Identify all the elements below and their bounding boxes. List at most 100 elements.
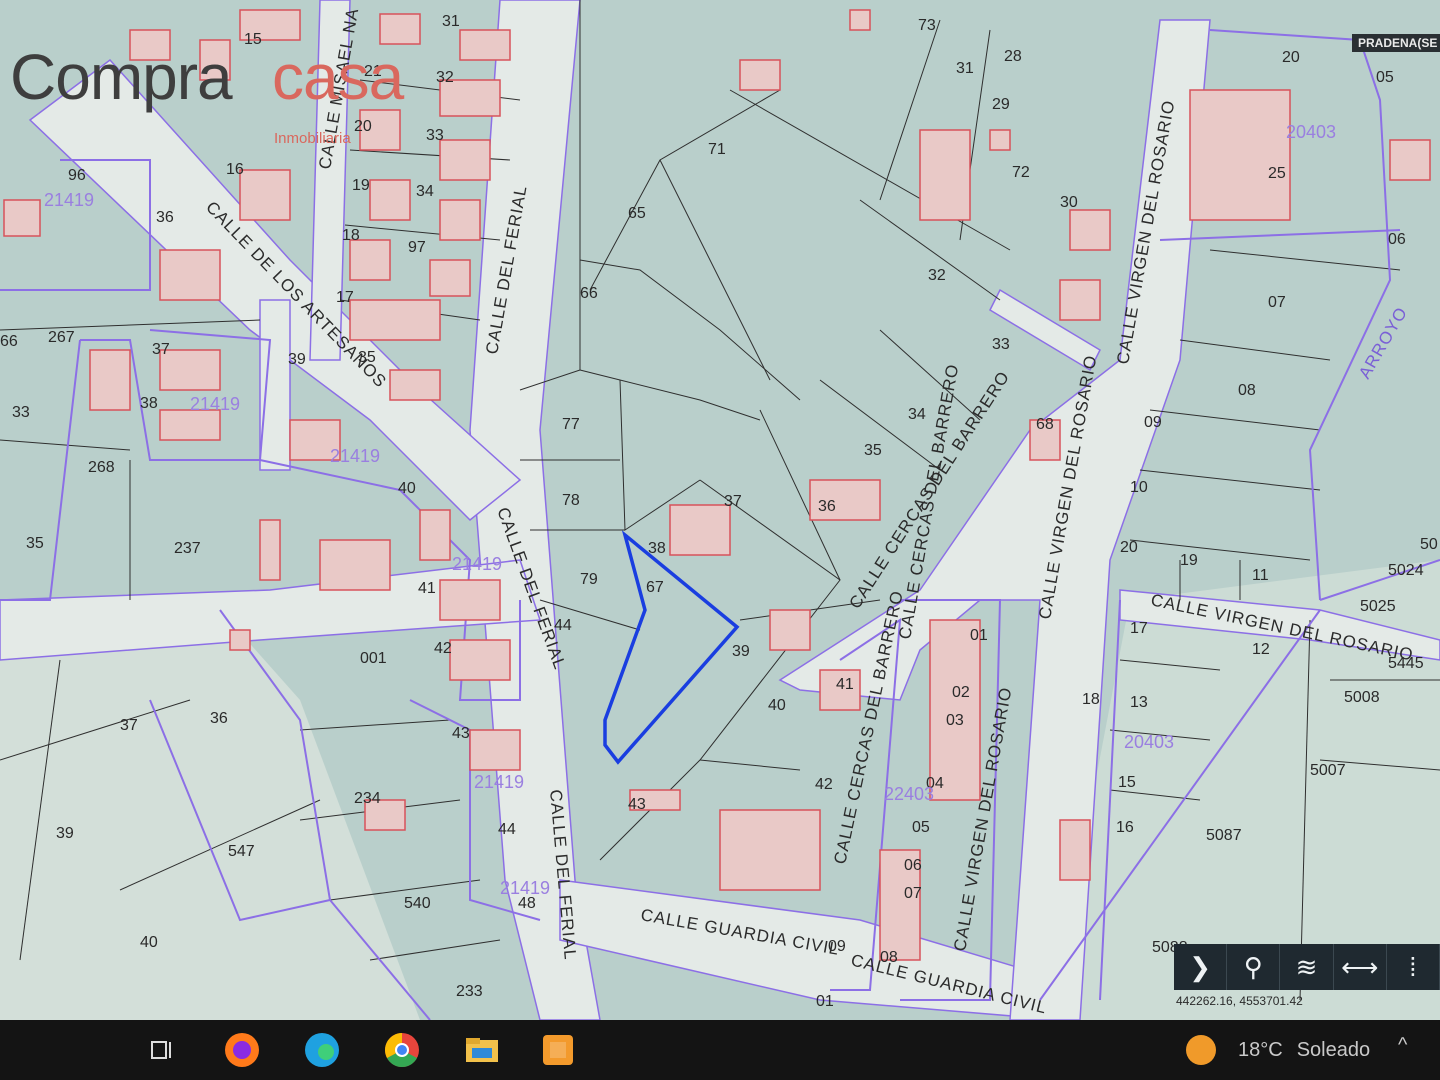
parcel-number: 36 — [210, 710, 228, 727]
parcel-number: 06 — [1388, 231, 1406, 248]
parcel-number: 36 — [818, 498, 836, 515]
parcel-number: 16 — [1116, 819, 1134, 836]
parcel-number: 35 — [26, 535, 44, 552]
parcel-number: 07 — [904, 885, 922, 902]
parcel-number: 17 — [336, 289, 354, 306]
weather-widget[interactable]: 18°C Soleado — [1186, 1032, 1370, 1068]
parcel-number: 5087 — [1206, 827, 1242, 844]
parcel-number: 11 — [1252, 567, 1269, 584]
parcel-number: 78 — [562, 492, 580, 509]
weather-condition: Soleado — [1296, 1038, 1371, 1061]
chrome-icon[interactable] — [380, 1028, 424, 1072]
file-explorer-icon[interactable] — [460, 1028, 504, 1072]
parcel-number: 67 — [646, 579, 664, 596]
parcel-number: 234 — [354, 790, 381, 807]
more-icon[interactable]: ⁞ — [1387, 944, 1440, 990]
parcel-number: 08 — [1238, 382, 1256, 399]
logo-subtitle: Inmobiliaria — [274, 130, 351, 147]
parcel-number: 42 — [815, 776, 833, 793]
parcel-number: 01 — [816, 993, 834, 1010]
parcel-number: 18 — [342, 227, 360, 244]
parcel-number: 5445 — [1388, 655, 1424, 672]
parcel-number: 547 — [228, 843, 255, 860]
parcel-number: 20 — [1120, 539, 1138, 556]
sun-icon — [1186, 1035, 1216, 1065]
logo-word-compra: Compra — [10, 41, 233, 113]
firefox-icon[interactable] — [220, 1028, 264, 1072]
parcel-number: 30 — [1060, 194, 1078, 211]
parcel-number: 40 — [140, 934, 158, 951]
block-code: 21419 — [44, 190, 94, 210]
parcel-number: 37 — [724, 493, 742, 510]
parcel-number: 233 — [456, 983, 483, 1000]
parcel-number: 13 — [1130, 694, 1148, 711]
parcel-number: 39 — [56, 825, 74, 842]
parcel-number: 25 — [1268, 165, 1286, 182]
parcel-number: 001 — [360, 650, 387, 667]
parcel-number: 38 — [648, 540, 666, 557]
logo-word-casa: casa — [272, 41, 404, 113]
parcel-number: 35 — [358, 349, 376, 366]
block-code: 22403 — [884, 784, 934, 804]
region-label: PRADENA(SE — [1352, 34, 1440, 52]
parcel-number: 50 — [1420, 536, 1438, 553]
parcel-number: 41 — [418, 580, 436, 597]
parcel-number: 68 — [1036, 416, 1054, 433]
block-code: 21419 — [452, 554, 502, 574]
block-code: 21419 — [500, 878, 550, 898]
parcel-number: 35 — [864, 442, 882, 459]
parcel-number: 38 — [140, 395, 158, 412]
block-code: 21419 — [330, 446, 380, 466]
parcel-number: 72 — [1012, 164, 1030, 181]
parcel-number: 5024 — [1388, 562, 1424, 579]
parcel-number: 73 — [918, 17, 936, 34]
parcel-number: 09 — [828, 938, 846, 955]
search-icon[interactable]: ⚲ — [1227, 944, 1281, 990]
parcel-number: 237 — [174, 540, 201, 557]
block-code: 20403 — [1286, 122, 1336, 142]
parcel-number: 34 — [416, 183, 434, 200]
parcel-number: 65 — [628, 205, 646, 222]
map-toolbar: ❯ ⚲ ≋ ⟷ ⁞ — [1174, 944, 1440, 990]
parcel-number: 15 — [1118, 774, 1136, 791]
parcel-number: 09 — [1144, 414, 1162, 431]
office-app-icon[interactable] — [536, 1028, 580, 1072]
tray-chevron-icon[interactable]: ^ — [1398, 1034, 1407, 1057]
parcel-number: 31 — [956, 60, 974, 77]
parcel-number: 71 — [708, 141, 726, 158]
parcel-number: 31 — [442, 13, 460, 30]
parcel-number: 40 — [768, 697, 786, 714]
parcel-number: 10 — [1130, 479, 1148, 496]
parcel-number: 37 — [152, 341, 170, 358]
layers-icon[interactable]: ≋ — [1280, 944, 1334, 990]
parcel-number: 77 — [562, 416, 580, 433]
parcel-number: 5008 — [1344, 689, 1380, 706]
parcel-number: 66 — [580, 285, 598, 302]
parcel-number: 66 — [0, 333, 18, 350]
parcel-number: 5007 — [1310, 762, 1346, 779]
parcel-number: 36 — [156, 209, 174, 226]
parcel-number: 44 — [498, 821, 516, 838]
parcel-number: 43 — [628, 796, 646, 813]
edge-icon[interactable] — [300, 1028, 344, 1072]
parcel-number: 40 — [398, 480, 416, 497]
parcel-number: 02 — [952, 684, 970, 701]
block-code: 20403 — [1124, 732, 1174, 752]
block-code: 21419 — [190, 394, 240, 414]
parcel-number: 16 — [226, 161, 244, 178]
chevron-right-icon[interactable]: ❯ — [1174, 944, 1228, 990]
parcel-number: 267 — [48, 329, 75, 346]
parcel-number: 17 — [1130, 620, 1148, 637]
parcel-number: 5025 — [1360, 598, 1396, 615]
parcel-number: 79 — [580, 571, 598, 588]
parcel-number: 29 — [992, 96, 1010, 113]
parcel-number: 33 — [12, 404, 30, 421]
parcel-number: 12 — [1252, 641, 1270, 658]
measure-icon[interactable]: ⟷ — [1334, 944, 1387, 990]
parcel-number: 97 — [408, 239, 426, 256]
task-view-icon[interactable] — [140, 1028, 184, 1072]
parcel-number: 01 — [970, 627, 988, 644]
parcel-number: 28 — [1004, 48, 1022, 65]
parcel-number: 268 — [88, 459, 115, 476]
parcel-number: 05 — [912, 819, 930, 836]
